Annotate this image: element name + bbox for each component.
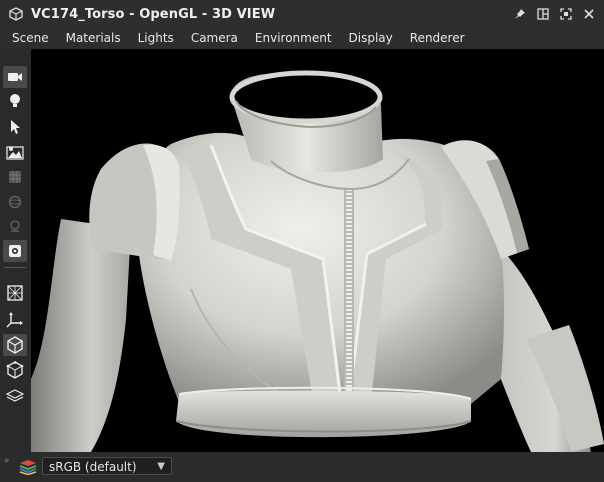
menu-environment[interactable]: Environment <box>247 31 340 45</box>
toolbar-expand-icon[interactable]: » <box>4 456 10 466</box>
texture-icon[interactable] <box>3 166 27 188</box>
menu-lights[interactable]: Lights <box>130 31 182 45</box>
light-bulb-icon[interactable] <box>3 90 27 112</box>
menu-display[interactable]: Display <box>341 31 401 45</box>
menu-camera[interactable]: Camera <box>183 31 246 45</box>
close-icon[interactable] <box>580 5 598 23</box>
bounding-box-icon[interactable] <box>3 359 27 381</box>
light-probe-icon[interactable] <box>3 215 27 237</box>
toolbar-separator <box>4 267 26 268</box>
sphere-icon[interactable] <box>3 191 27 213</box>
bottom-bar: sRGB (default) ▼ <box>0 452 604 482</box>
torso-model <box>31 70 604 452</box>
colorspace-dropdown[interactable]: sRGB (default) ▼ <box>42 457 172 475</box>
maximize-icon[interactable] <box>557 5 575 23</box>
wireframe-cube-icon[interactable] <box>3 282 27 304</box>
window-title: VC174_Torso - OpenGL - 3D VIEW <box>31 6 276 22</box>
chevron-down-icon: ▼ <box>157 461 165 472</box>
select-arrow-icon[interactable] <box>3 116 27 138</box>
pin-icon[interactable] <box>511 5 529 23</box>
colorspace-value: sRGB (default) <box>49 460 137 474</box>
layout-icon[interactable] <box>534 5 552 23</box>
axis-gizmo-icon[interactable] <box>3 308 27 330</box>
environment-image-icon[interactable] <box>3 141 27 163</box>
menu-materials[interactable]: Materials <box>58 31 129 45</box>
menu-scene[interactable]: Scene <box>0 31 57 45</box>
layers-stack-icon[interactable] <box>17 457 39 477</box>
solid-cube-icon[interactable] <box>3 334 27 356</box>
layers-icon[interactable] <box>3 385 27 407</box>
camera-icon[interactable] <box>3 66 27 88</box>
menu-bar: Scene Materials Lights Camera Environmen… <box>0 28 604 48</box>
title-bar: VC174_Torso - OpenGL - 3D VIEW <box>0 0 604 28</box>
3d-viewport[interactable] <box>31 49 604 452</box>
menu-renderer[interactable]: Renderer <box>402 31 473 45</box>
cube-app-icon <box>9 7 23 21</box>
settings-icon[interactable] <box>3 240 27 262</box>
left-toolbar <box>0 62 31 452</box>
